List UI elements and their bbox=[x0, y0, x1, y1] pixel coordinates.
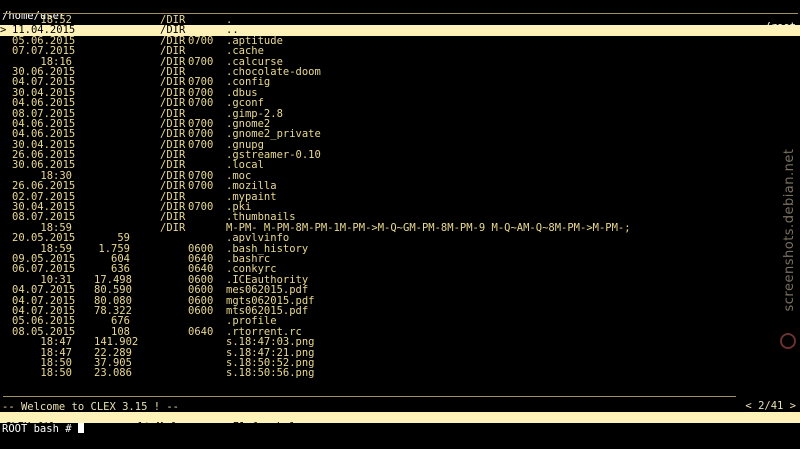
file-row[interactable]: 18:16/DIR 0700 .calcurse bbox=[0, 55, 800, 68]
file-size: 23.086 bbox=[94, 367, 132, 380]
file-permissions: 0700 bbox=[188, 201, 214, 214]
file-row[interactable]: 18:30/DIR 0700 .moc bbox=[0, 170, 800, 181]
prompt-text: ROOT bash # bbox=[2, 423, 78, 435]
file-row[interactable]: 04.07.2015 80.590 0600 mes062015.pdf bbox=[0, 284, 800, 297]
file-permissions: 0600 bbox=[188, 284, 214, 297]
watermark: screenshots.debian.net bbox=[781, 148, 797, 312]
shell-prompt[interactable]: ROOT bash # bbox=[2, 423, 800, 434]
footer-divider bbox=[3, 396, 736, 397]
file-row[interactable]: 08.07.2015/DIR .gimp-2.8 bbox=[0, 108, 800, 119]
file-row[interactable]: >11.04.2015/DIR.. bbox=[0, 24, 800, 37]
text-cursor bbox=[77, 423, 84, 433]
status-bar: CLEX file manager - alt-M for menu, F1 f… bbox=[0, 412, 800, 443]
file-row[interactable]: 30.06.2015/DIR .chocolate-doom bbox=[0, 66, 800, 77]
file-row[interactable]: 26.06.2015/DIR 0700 .mozilla bbox=[0, 180, 800, 193]
file-row[interactable]: 04.06.2015/DIR 0700 .gnome2 bbox=[0, 118, 800, 129]
file-permissions: 0600 bbox=[188, 304, 214, 317]
file-row[interactable]: 05.06.2015/DIR 0700 .aptitude bbox=[0, 34, 800, 47]
status-bar-host: root@debian bbox=[724, 431, 794, 444]
selection-marker-icon: > bbox=[0, 24, 7, 37]
file-row[interactable]: 07.07.2015/DIR .cache bbox=[0, 46, 800, 57]
file-permissions: 0700 bbox=[188, 97, 214, 110]
file-permissions: 0700 bbox=[188, 55, 214, 68]
file-row[interactable]: 30.06.2015/DIR .local bbox=[0, 160, 800, 171]
file-row[interactable]: 04.06.2015/DIR 0700 .gnome2_private bbox=[0, 129, 800, 140]
file-permissions: 0700 bbox=[188, 138, 214, 151]
file-name: mes062015.pdf bbox=[226, 284, 309, 297]
file-date: 18:47 bbox=[40, 336, 72, 349]
file-row[interactable]: 30.04.2015/DIR 0700 .pki bbox=[0, 201, 800, 214]
file-date: 18:50 bbox=[40, 367, 72, 380]
file-date: 04.07.2015 bbox=[12, 284, 76, 297]
file-permissions: 0700 bbox=[188, 180, 214, 193]
file-name: s.18:47:03.png bbox=[226, 336, 315, 349]
file-row[interactable]: 04.06.2015/DIR 0700 .gconf bbox=[0, 97, 800, 110]
file-date: 04.06.2015 bbox=[12, 97, 76, 110]
file-row[interactable]: 18:50 23.086 s.18:50:56.png bbox=[0, 367, 800, 380]
file-row[interactable]: 04.07.2015/DIR 0700 .config bbox=[0, 77, 800, 88]
file-row[interactable]: 02.07.2015/DIR .mypaint bbox=[0, 191, 800, 202]
debian-swirl-icon bbox=[780, 333, 796, 349]
file-size: 80.590 bbox=[94, 284, 132, 297]
file-name: s.18:50:56.png bbox=[226, 367, 315, 380]
file-row[interactable]: 18:52/DIR. bbox=[0, 15, 800, 26]
file-list[interactable]: 18:52/DIR. >11.04.2015/DIR.. 05.06.2015/DI… bbox=[0, 15, 800, 379]
file-row[interactable]: 18:47 141.902 s.18:47:03.png bbox=[0, 336, 800, 349]
file-type: /DIR bbox=[160, 97, 186, 110]
file-row[interactable]: 30.04.2015/DIR 0700 .gnupg bbox=[0, 138, 800, 151]
file-permissions: 0700 bbox=[188, 34, 214, 47]
file-row[interactable]: 26.06.2015/DIR .gstreamer-0.10 bbox=[0, 150, 800, 161]
panel-header: /home/user /root bbox=[0, 1, 800, 32]
header-divider bbox=[3, 13, 798, 14]
file-permissions: 0640 bbox=[188, 325, 214, 338]
file-size: 141.902 bbox=[94, 336, 139, 349]
file-row[interactable]: 30.04.2015/DIR 0700 .dbus bbox=[0, 87, 800, 98]
file-type: /DIR bbox=[160, 221, 186, 234]
file-name: .gconf bbox=[226, 97, 264, 110]
